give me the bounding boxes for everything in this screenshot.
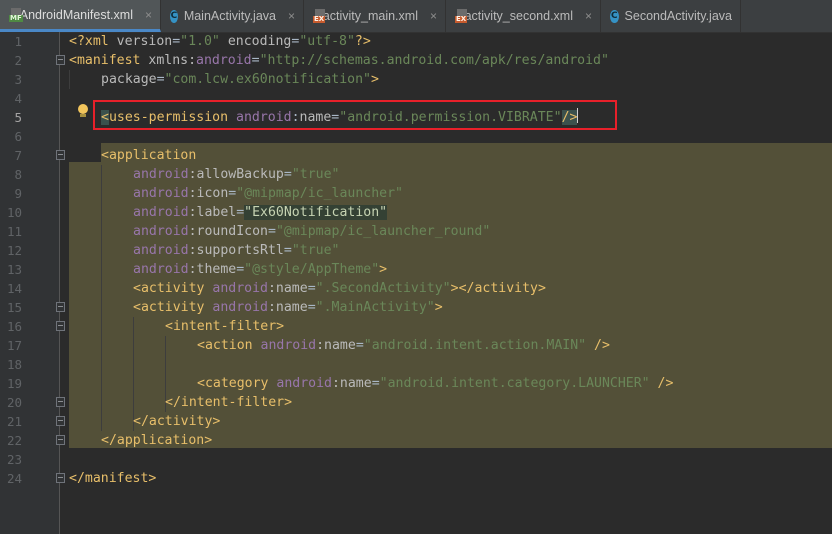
code-line: android:theme="@style/AppTheme"> (133, 262, 388, 277)
code-line: android:roundIcon="@mipmap/ic_launcher_r… (133, 224, 491, 239)
line-number: 16 (6, 319, 22, 334)
tab-label: activity_second.xml (464, 9, 573, 23)
indent-guide (69, 70, 70, 89)
code-line: <activity android:name=".MainActivity"> (133, 300, 443, 315)
code-line: package="com.lcw.ex60notification"> (101, 72, 379, 87)
java-class-file-icon: C (170, 9, 178, 23)
code-editor[interactable]: <?xml version="1.0" encoding="utf-8"?> <… (60, 32, 832, 534)
line-number: 12 (6, 243, 22, 258)
line-number: 2 (14, 53, 22, 68)
tab-label: activity_main.xml (322, 9, 418, 23)
line-number: 18 (6, 357, 22, 372)
close-icon[interactable]: × (430, 9, 437, 23)
close-icon[interactable]: × (288, 9, 295, 23)
line-number: 4 (14, 91, 22, 106)
line-number: 17 (6, 338, 22, 353)
code-line: <manifest xmlns:android="http://schemas.… (69, 53, 609, 68)
line-number: 15 (6, 300, 22, 315)
line-number: 13 (6, 262, 22, 277)
code-line: android:allowBackup="true" (133, 167, 340, 182)
code-line: </intent-filter> (165, 395, 293, 410)
code-line: <activity android:name=".SecondActivity"… (133, 281, 546, 296)
code-line: <action android:name="android.intent.act… (197, 338, 610, 353)
code-line: <?xml version="1.0" encoding="utf-8"?> (69, 34, 371, 49)
code-line: android:icon="@mipmap/ic_launcher" (133, 186, 403, 201)
editor-tab-bar: MF AndroidManifest.xml × C MainActivity.… (0, 0, 832, 33)
text-cursor (577, 108, 579, 123)
close-icon[interactable]: × (585, 9, 592, 23)
line-number: 14 (6, 281, 22, 296)
indent-guide (101, 165, 102, 431)
code-line: </manifest> (69, 471, 157, 486)
code-line: </activity> (133, 414, 221, 429)
line-number: 11 (6, 224, 22, 239)
tab-main-activity[interactable]: C MainActivity.java × (161, 0, 304, 32)
line-number-gutter[interactable]: 1 2 3 4 5 6 7 8 9 10 11 12 13 14 15 16 1… (0, 32, 65, 534)
line-number: 8 (14, 167, 22, 182)
code-line: android:label="Ex60Notification" (133, 205, 388, 220)
code-line: <category android:name="android.intent.c… (197, 376, 674, 391)
code-line: <application (101, 148, 197, 163)
code-line: <intent-filter> (165, 319, 285, 334)
code-line: <uses-permission android:name="android.p… (101, 108, 579, 125)
line-number: 7 (14, 148, 22, 163)
line-number: 10 (6, 205, 22, 220)
line-number: 20 (6, 395, 22, 410)
line-number: 1 (14, 34, 22, 49)
layout-xml-file-icon: EX (455, 9, 468, 23)
layout-xml-file-icon: EX (313, 9, 326, 23)
line-number: 6 (14, 129, 22, 144)
tab-label: SecondActivity.java (624, 9, 732, 23)
line-number: 24 (6, 471, 22, 486)
close-icon[interactable]: × (145, 8, 152, 22)
tab-activity-main[interactable]: EX activity_main.xml × (304, 0, 446, 32)
block-highlight (101, 143, 832, 162)
line-number: 21 (6, 414, 22, 429)
line-number: 19 (6, 376, 22, 391)
line-number: 22 (6, 433, 22, 448)
tab-activity-second[interactable]: EX activity_second.xml × (446, 0, 601, 32)
manifest-xml-file-icon: MF (9, 7, 23, 22)
tab-label: MainActivity.java (183, 9, 276, 23)
code-line: </application> (101, 433, 213, 448)
line-number: 3 (14, 72, 22, 87)
line-number: 9 (14, 186, 22, 201)
tab-label: AndroidManifest.xml (19, 7, 133, 22)
code-line: android:supportsRtl="true" (133, 243, 340, 258)
line-number: 23 (6, 452, 22, 467)
java-class-file-icon: C (610, 9, 619, 23)
line-number: 5 (14, 110, 22, 125)
tab-android-manifest[interactable]: MF AndroidManifest.xml × (0, 0, 161, 32)
tab-second-activity[interactable]: C SecondActivity.java (601, 0, 741, 32)
